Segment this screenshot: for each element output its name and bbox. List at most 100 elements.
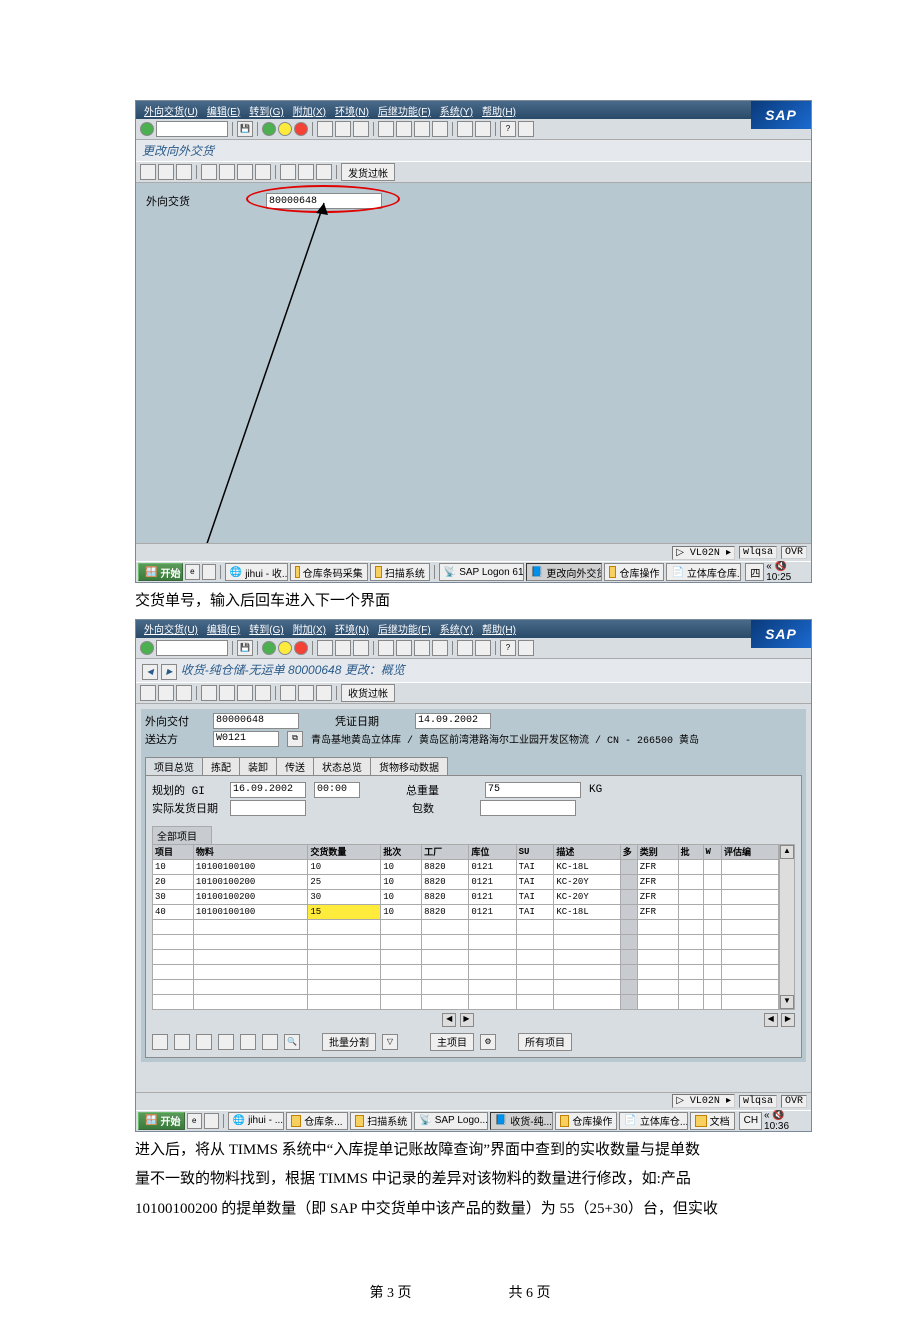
table-cell[interactable] <box>381 979 422 994</box>
task-item[interactable]: 📄立体库仓... <box>619 1112 688 1130</box>
command-field[interactable] <box>156 640 228 656</box>
doc-date-field[interactable] <box>415 713 491 729</box>
tray-ime[interactable]: CH <box>739 1112 762 1130</box>
btn-icon[interactable] <box>218 1034 234 1050</box>
tab-status[interactable]: 状态总览 <box>313 757 371 775</box>
scroll-left-icon[interactable]: ◀ <box>442 1013 456 1027</box>
table-cell[interactable] <box>722 889 779 904</box>
task-item[interactable]: 仓库操作 <box>604 563 664 581</box>
table-cell[interactable]: 10100100100 <box>193 859 307 874</box>
table-cell[interactable] <box>678 889 703 904</box>
quicklaunch-desktop-icon[interactable] <box>202 564 216 580</box>
find-icon[interactable] <box>335 121 351 137</box>
table-cell[interactable] <box>620 949 637 964</box>
menu-extras[interactable]: 附加(X) <box>293 103 326 118</box>
last-page-icon[interactable] <box>432 640 448 656</box>
table-cell[interactable]: 8820 <box>422 859 469 874</box>
scroll-down-icon[interactable]: ▼ <box>780 995 794 1009</box>
table-cell[interactable] <box>703 934 721 949</box>
tb-icon-7[interactable] <box>255 164 271 180</box>
table-cell[interactable] <box>308 934 381 949</box>
table-cell[interactable] <box>422 964 469 979</box>
table-cell[interactable] <box>469 994 516 1009</box>
table-cell[interactable] <box>620 934 637 949</box>
table-cell[interactable] <box>516 994 554 1009</box>
table-cell[interactable]: 8820 <box>422 889 469 904</box>
start-button[interactable]: 🪟 开始 <box>138 563 183 581</box>
col-header[interactable]: 库位 <box>469 844 516 859</box>
post-goods-issue-button[interactable]: 发货过帐 <box>341 163 395 181</box>
table-cell[interactable]: 0121 <box>469 874 516 889</box>
table-cell[interactable] <box>554 934 620 949</box>
scroll-up-icon[interactable]: ▲ <box>780 845 794 859</box>
table-cell[interactable] <box>422 979 469 994</box>
table-cell[interactable] <box>620 994 637 1009</box>
table-cell[interactable] <box>516 979 554 994</box>
quicklaunch-ie-icon[interactable]: e <box>185 564 199 580</box>
table-cell[interactable] <box>637 964 678 979</box>
table-cell[interactable] <box>703 859 721 874</box>
table-cell[interactable]: 10 <box>308 859 381 874</box>
table-cell[interactable] <box>308 919 381 934</box>
col-header[interactable]: W <box>703 844 721 859</box>
table-row[interactable] <box>153 934 779 949</box>
table-cell[interactable] <box>620 979 637 994</box>
search-help-icon[interactable]: ⧉ <box>287 731 303 747</box>
new-session-icon[interactable] <box>457 640 473 656</box>
print-icon[interactable] <box>317 121 333 137</box>
task-item[interactable]: 扫描系统 <box>350 1112 413 1130</box>
btn-icon[interactable] <box>240 1034 256 1050</box>
btn-icon[interactable]: 🔍 <box>284 1034 300 1050</box>
table-cell[interactable] <box>469 934 516 949</box>
menu-help[interactable]: 帮助(H) <box>482 621 516 636</box>
table-cell[interactable] <box>678 904 703 919</box>
table-cell[interactable] <box>554 994 620 1009</box>
table-cell[interactable] <box>193 949 307 964</box>
task-item[interactable]: 扫描系统 <box>370 563 430 581</box>
table-cell[interactable] <box>308 964 381 979</box>
table-cell[interactable] <box>637 919 678 934</box>
table-cell[interactable] <box>703 964 721 979</box>
table-cell[interactable] <box>722 859 779 874</box>
table-row[interactable]: 3010100100200301088200121TAIKC-20YZFR <box>153 889 779 904</box>
table-cell[interactable] <box>422 934 469 949</box>
table-cell[interactable] <box>153 964 194 979</box>
tab-transport[interactable]: 传送 <box>276 757 314 775</box>
table-cell[interactable]: 10 <box>381 889 422 904</box>
table-cell[interactable] <box>153 994 194 1009</box>
table-row[interactable]: 2010100100200251088200121TAIKC-20YZFR <box>153 874 779 889</box>
save-icon[interactable]: 💾 <box>237 121 253 137</box>
table-cell[interactable]: 0121 <box>469 859 516 874</box>
table-cell[interactable]: 8820 <box>422 904 469 919</box>
planned-gi-date[interactable] <box>230 782 306 798</box>
table-cell[interactable] <box>516 934 554 949</box>
vertical-scrollbar[interactable]: ▲ ▼ <box>779 844 795 1010</box>
table-cell[interactable] <box>469 979 516 994</box>
btn-icon[interactable] <box>196 1034 212 1050</box>
table-cell[interactable] <box>620 964 637 979</box>
tb-icon-1[interactable] <box>140 164 156 180</box>
tb-icon-8[interactable] <box>280 164 296 180</box>
menu-goto[interactable]: 转到(G) <box>249 621 283 636</box>
table-cell[interactable]: 10 <box>381 874 422 889</box>
table-cell[interactable] <box>381 949 422 964</box>
main-item-button[interactable]: 主项目 <box>430 1033 474 1051</box>
table-cell[interactable] <box>620 919 637 934</box>
table-cell[interactable] <box>722 979 779 994</box>
table-cell[interactable] <box>703 979 721 994</box>
task-item-active[interactable]: 📘收货-纯... <box>490 1112 553 1130</box>
start-button[interactable]: 🪟 开始 <box>138 1112 185 1130</box>
tb-icon[interactable] <box>201 685 217 701</box>
table-cell[interactable] <box>722 949 779 964</box>
col-header[interactable]: 多 <box>620 844 637 859</box>
table-cell[interactable] <box>381 994 422 1009</box>
task-item[interactable]: 仓库条... <box>286 1112 347 1130</box>
col-header[interactable]: 批 <box>678 844 703 859</box>
table-cell[interactable]: KC-18L <box>554 904 620 919</box>
table-cell[interactable] <box>308 949 381 964</box>
table-cell[interactable] <box>678 859 703 874</box>
command-field[interactable] <box>156 121 228 137</box>
tb-icon-10[interactable] <box>316 164 332 180</box>
tab-item-overview[interactable]: 项目总览 <box>145 757 203 775</box>
ship-to-field[interactable] <box>213 731 279 747</box>
